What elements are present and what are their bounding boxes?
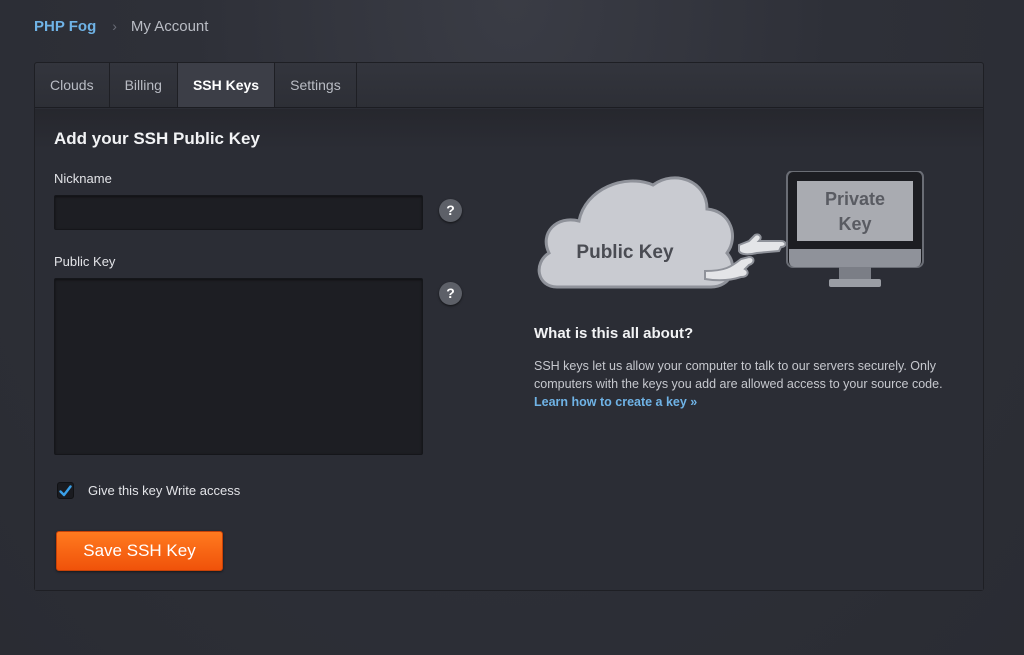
checkmark-icon: [59, 484, 72, 496]
tab-bar: Clouds Billing SSH Keys Settings: [35, 63, 983, 108]
about-description: SSH keys let us allow your computer to t…: [534, 357, 954, 411]
tab-billing[interactable]: Billing: [110, 63, 178, 107]
account-panel: Clouds Billing SSH Keys Settings Add you…: [34, 62, 984, 591]
monitor-label-line2: Key: [838, 214, 871, 234]
public-key-textarea[interactable]: [54, 278, 423, 455]
tab-clouds[interactable]: Clouds: [35, 63, 110, 107]
monitor-icon: Private Key: [786, 171, 924, 287]
chevron-right-icon: ›: [112, 18, 117, 34]
about-title: What is this all about?: [534, 325, 694, 342]
write-access-checkbox[interactable]: [57, 482, 74, 499]
question-mark-icon[interactable]: ?: [439, 282, 462, 305]
nickname-input[interactable]: [54, 195, 423, 230]
breadcrumb-current: My Account: [130, 17, 209, 35]
tab-settings[interactable]: Settings: [275, 63, 357, 107]
nickname-label: Nickname: [54, 171, 112, 186]
cloud-label: Public Key: [576, 242, 674, 263]
learn-how-link[interactable]: Learn how to create a key »: [534, 393, 954, 411]
tab-content: Add your SSH Public Key Nickname ? Publi…: [35, 109, 983, 590]
save-ssh-key-button[interactable]: Save SSH Key: [56, 531, 223, 571]
about-body: SSH keys let us allow your computer to t…: [534, 359, 943, 391]
monitor-label-line1: Private: [825, 189, 885, 209]
form-title: Add your SSH Public Key: [54, 129, 260, 148]
write-access-label: Give this key Write access: [88, 483, 241, 498]
breadcrumb: PHP Fog › My Account: [34, 16, 208, 36]
breadcrumb-home-link[interactable]: PHP Fog: [34, 18, 96, 35]
public-key-label: Public Key: [54, 254, 116, 269]
cloud-icon: Public Key: [537, 176, 734, 289]
tab-ssh-keys[interactable]: SSH Keys: [177, 63, 276, 107]
ssh-key-illustration: Public Key Private Key: [537, 171, 924, 289]
question-mark-icon[interactable]: ?: [439, 199, 462, 222]
write-access-option: Give this key Write access: [57, 482, 240, 499]
